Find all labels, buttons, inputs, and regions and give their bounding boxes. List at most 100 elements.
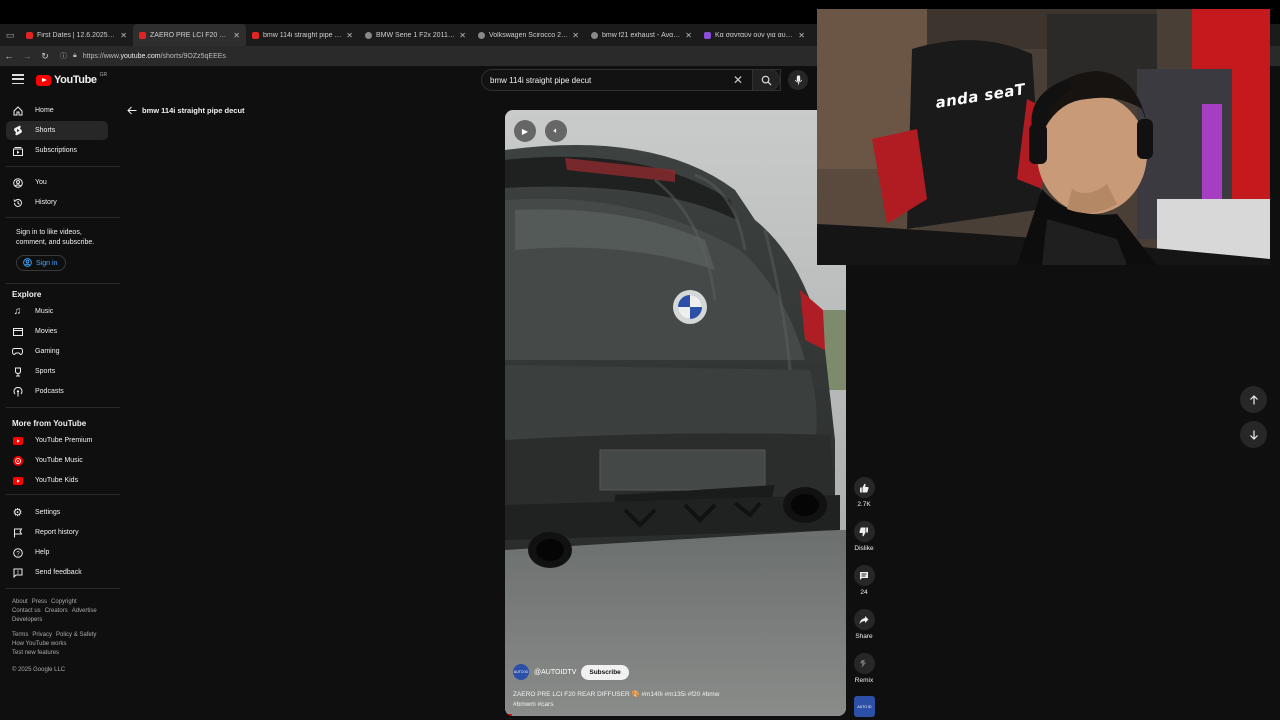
footer-link-contact[interactable]: Contact us <box>12 608 41 614</box>
youtube-play-icon <box>36 74 51 86</box>
sidebar-item-label: Sports <box>35 368 56 375</box>
sidebar-item-help[interactable]: ? Help <box>6 543 108 562</box>
sidebar-item-movies[interactable]: Movies <box>6 322 108 341</box>
play-icon: ▶ <box>521 126 529 136</box>
channel-row: AUTO ID @AUTOIDTV Subscribe <box>513 664 629 680</box>
browser-tab[interactable]: First Dates | 12.6.2025 - YouTube ✕ <box>20 24 133 46</box>
tab-title: BMW Serie 1 F2x 2011 - 2015 1 <box>376 31 455 39</box>
voice-search-button[interactable] <box>788 70 808 90</box>
browser-tab[interactable]: BMW Serie 1 F2x 2011 - 2015 1 ✕ <box>359 24 472 46</box>
sidebar-item-label: You <box>35 179 47 186</box>
footer-link-developers[interactable]: Developers <box>12 617 42 623</box>
arrow-up-icon <box>1249 394 1258 404</box>
share-label: Share <box>855 633 873 640</box>
sidebar-item-home[interactable]: Home <box>6 101 108 120</box>
forward-arrow-icon[interactable]: → <box>18 51 36 61</box>
sidebar-divider <box>6 494 120 495</box>
movies-icon <box>12 326 23 337</box>
footer-link-about[interactable]: About <box>12 599 28 605</box>
subscribe-button[interactable]: Subscribe <box>581 664 629 680</box>
shorts-icon <box>12 125 23 136</box>
sidebar-item-shorts[interactable]: Shorts <box>6 121 108 140</box>
sidebar-item-label: Gaming <box>35 348 60 355</box>
browser-tab[interactable]: Κα σανταύν ούν για αυτοκίν ✕ <box>698 24 811 46</box>
url-prefix: https://www. <box>82 52 121 60</box>
browser-tab-active[interactable]: ZAERO PRE LCI F20 REAR DIFFUS ✕ <box>133 24 246 46</box>
browser-tab[interactable]: Volkswagen Scirocco 2008 - 20 ✕ <box>472 24 585 46</box>
reload-icon[interactable]: ↻ <box>36 51 54 62</box>
sidebar-item-youtube-premium[interactable]: YouTube Premium <box>6 431 108 450</box>
search-button[interactable] <box>752 69 780 91</box>
sidebar-item-music[interactable]: ♫ Music <box>6 302 108 321</box>
browser-tab[interactable]: bmw f21 exhaust - Αναζήτηση ✕ <box>585 24 698 46</box>
caption-line-1: ZAERO PRE LCI F20 REAR DIFFUSER 🎨 #m140i… <box>513 691 720 698</box>
close-icon[interactable]: ✕ <box>798 31 805 40</box>
footer-link-test-features[interactable]: Test new features <box>12 650 59 656</box>
video-caption[interactable]: ZAERO PRE LCI F20 REAR DIFFUSER 🎨 #m140i… <box>513 690 753 710</box>
remix-label: Remix <box>854 677 874 684</box>
dislike-button[interactable]: Dislike <box>852 521 876 552</box>
shorts-video-player[interactable]: ▶ 🔈︎ AUTO ID @AUTOIDTV Subscribe ZAERO P… <box>505 110 846 716</box>
like-button[interactable]: 2.7K <box>852 477 876 508</box>
footer-link-terms[interactable]: Terms <box>12 632 28 638</box>
channel-handle[interactable]: @AUTOIDTV <box>534 669 576 676</box>
sidebar-item-report-history[interactable]: Report history <box>6 523 108 542</box>
sidebar-item-send-feedback[interactable]: Send feedback <box>6 563 108 582</box>
close-icon[interactable]: ✕ <box>233 31 240 40</box>
sidebar-item-youtube-music[interactable]: YouTube Music <box>6 451 108 470</box>
signin-button[interactable]: Sign in <box>16 255 66 271</box>
browser-tab[interactable]: bmw 114i straight pipe decut✕ <box>246 24 359 46</box>
thumbs-up-icon <box>860 483 869 492</box>
site-info-icon[interactable]: ⓘ <box>60 51 67 61</box>
channel-avatar[interactable]: AUTO ID <box>513 664 529 680</box>
close-icon[interactable]: ✕ <box>572 31 579 40</box>
back-arrow-icon[interactable]: ← <box>0 51 18 61</box>
back-arrow-icon[interactable] <box>127 106 137 115</box>
shorts-back-row[interactable]: bmw 114i straight pipe decut <box>127 106 245 115</box>
youtube-music-icon <box>12 455 23 466</box>
search-value: bmw 114i straight pipe decut <box>490 75 592 85</box>
next-short-button[interactable] <box>1240 421 1267 448</box>
flag-icon <box>12 527 23 538</box>
sidebar-item-gaming[interactable]: Gaming <box>6 342 108 361</box>
footer-link-how-youtube-works[interactable]: How YouTube works <box>12 641 66 647</box>
logo-text: YouTube <box>54 74 97 86</box>
close-icon[interactable]: ✕ <box>685 31 692 40</box>
sidebar-item-sports[interactable]: Sports <box>6 362 108 381</box>
sidebar-item-history[interactable]: History <box>6 193 108 212</box>
clear-search-icon[interactable]: ✕ <box>733 73 743 87</box>
share-button[interactable]: Share <box>852 609 876 640</box>
sidebar-item-settings[interactable]: ⚙ Settings <box>6 503 108 522</box>
url-field[interactable]: ⓘ 🔒︎ https://www.youtube.com/shorts/9OZz… <box>60 51 226 61</box>
footer-link-copyright[interactable]: Copyright <box>51 599 77 605</box>
youtube-logo[interactable]: YouTube GR <box>36 72 107 86</box>
sidebar-divider <box>6 407 120 408</box>
close-icon[interactable]: ✕ <box>346 31 353 40</box>
sidebar-item-podcasts[interactable]: Podcasts <box>6 382 108 401</box>
footer-link-advertise[interactable]: Advertise <box>72 608 97 614</box>
youtube-premium-icon <box>12 435 23 446</box>
footer-link-creators[interactable]: Creators <box>45 608 68 614</box>
footer-link-privacy[interactable]: Privacy <box>32 632 52 638</box>
play-button[interactable]: ▶ <box>514 120 536 142</box>
sidebar-item-subscriptions[interactable]: Subscriptions <box>6 141 108 160</box>
remix-button[interactable]: Remix <box>852 653 876 684</box>
window-menu-icon[interactable]: ▭ <box>0 24 20 46</box>
video-progress-bar[interactable] <box>505 714 512 716</box>
previous-short-button[interactable] <box>1240 386 1267 413</box>
sidebar-item-youtube-kids[interactable]: YouTube Kids <box>6 471 108 490</box>
footer-links-1: About Press Copyright Contact us Creators Ad… <box>12 598 112 625</box>
youtube-kids-icon <box>12 475 23 486</box>
footer-link-policy[interactable]: Policy & Safety <box>56 632 96 638</box>
close-icon[interactable]: ✕ <box>459 31 466 40</box>
comments-button[interactable]: 24 <box>852 565 876 596</box>
mute-button[interactable]: 🔈︎ <box>545 120 567 142</box>
site-icon <box>365 31 372 39</box>
tab-title: First Dates | 12.6.2025 - YouTube <box>37 31 116 39</box>
channel-thumbnail[interactable]: AUTO ID <box>854 696 875 717</box>
hamburger-menu-icon[interactable] <box>12 74 24 84</box>
footer-link-press[interactable]: Press <box>32 599 47 605</box>
you-icon <box>12 177 23 188</box>
sidebar-item-you[interactable]: You <box>6 173 108 192</box>
close-icon[interactable]: ✕ <box>120 31 127 40</box>
